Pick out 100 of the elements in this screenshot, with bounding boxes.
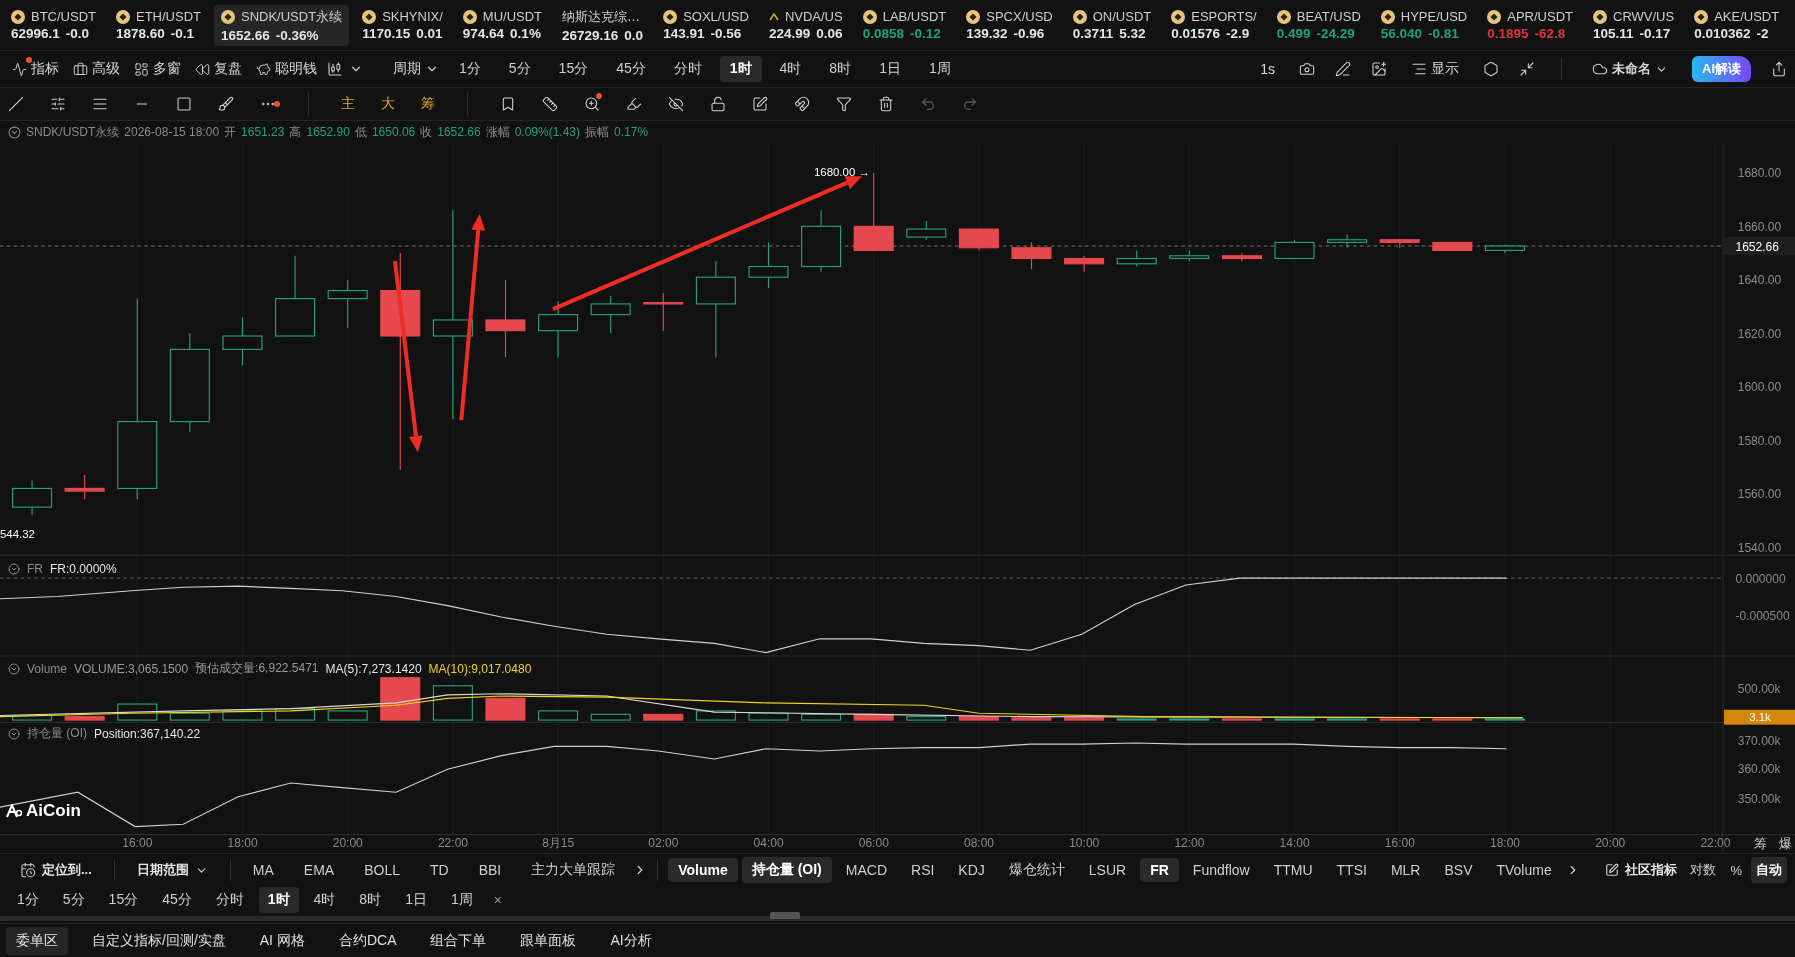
locate-button[interactable]: 定位到... [8, 859, 104, 881]
layer-toggle[interactable]: 大 [381, 95, 395, 113]
indicator-tab[interactable]: MLR [1380, 858, 1431, 882]
ticker-tab[interactable]: APR/USDT 0.1895 -62.8 [1480, 6, 1580, 44]
ticker-tab[interactable]: SNDK/USDT永续 1652.66 -0.36% [214, 4, 350, 46]
undo-icon[interactable] [920, 96, 936, 112]
share-icon[interactable] [1771, 61, 1787, 77]
period-tab[interactable]: 8时 [350, 887, 391, 913]
period-tab[interactable]: 分时 [663, 56, 712, 82]
toolbar-button[interactable]: 聪明钱 [252, 58, 321, 80]
unlock-icon[interactable] [710, 96, 726, 112]
scroll-handle[interactable] [770, 912, 800, 919]
period-tab[interactable]: 1分 [8, 887, 48, 913]
period-tab[interactable]: 1周 [918, 56, 961, 82]
line-tool-icon[interactable] [8, 96, 24, 112]
indicator-tab[interactable]: 爆仓统计 [998, 857, 1075, 883]
ticker-tab[interactable]: 纳斯达克综… 26729.16 0.0 [555, 4, 651, 46]
zoom-icon[interactable] [584, 96, 600, 112]
brush-icon[interactable] [218, 96, 234, 112]
indicator-tab[interactable]: 持仓量 (OI) [741, 857, 832, 883]
indicator-tab[interactable]: TTMU [1263, 858, 1323, 882]
indicator-tab[interactable]: TD [418, 858, 461, 882]
panel-tab[interactable]: AI分析 [600, 927, 662, 955]
indicator-tab[interactable]: BOLL [352, 858, 412, 882]
toolbar-button[interactable]: 多窗 [130, 58, 185, 80]
period-tab[interactable]: 分时 [206, 887, 253, 913]
period-tab[interactable]: 4时 [304, 887, 345, 913]
indicator-tab[interactable]: Volume [668, 858, 738, 882]
bookmark-icon[interactable] [500, 96, 516, 112]
toolbar-button[interactable]: 复盘 [191, 58, 246, 80]
scale-tab[interactable]: % [1725, 858, 1747, 882]
collapse-icon[interactable] [8, 727, 20, 740]
panel-tab[interactable]: 组合下单 [420, 927, 497, 955]
indicator-tab[interactable]: MA [240, 858, 286, 882]
indicator-tab[interactable]: MACD [835, 858, 897, 882]
redo-icon[interactable] [962, 96, 978, 112]
side-label[interactable]: 筹 [1753, 837, 1767, 852]
indicator-tab[interactable]: TVolume [1486, 858, 1562, 882]
indicator-tab[interactable]: RSI [901, 858, 945, 882]
filter-icon[interactable] [836, 96, 852, 112]
ticker-tab[interactable]: SOXL/USD 143.91 -0.56 [656, 6, 756, 44]
panel-tab[interactable]: 委单区 [6, 927, 68, 955]
panel-tab[interactable]: 合约DCA [328, 927, 407, 955]
display-button[interactable]: 显示 [1407, 58, 1463, 80]
ticker-tab[interactable]: ON/USDT 0.3711 5.32 [1065, 6, 1159, 44]
period-tab[interactable]: 8时 [819, 56, 862, 82]
period-tab[interactable]: 1周 [441, 887, 482, 913]
camera-icon[interactable] [1299, 61, 1315, 77]
trash-icon[interactable] [878, 96, 894, 112]
ticker-tab[interactable]: SKHYNIX/ 1170.15 0.01 [355, 6, 450, 44]
collapse-icon[interactable] [8, 563, 20, 575]
highlighter-icon[interactable] [626, 96, 642, 112]
magnet-icon[interactable] [794, 96, 810, 112]
period-tab[interactable]: 15分 [99, 887, 148, 913]
period-menu[interactable]: 周期 [389, 58, 443, 80]
indicator-tab[interactable]: BSV [1434, 858, 1483, 882]
scale-tab[interactable]: 自动 [1751, 857, 1787, 883]
period-tab[interactable]: 4时 [769, 56, 812, 82]
period-tab[interactable]: 5分 [498, 56, 541, 82]
collapse-icon[interactable] [8, 125, 21, 139]
indicator-tab[interactable]: BBI [466, 858, 514, 882]
ruler-icon[interactable] [542, 96, 558, 112]
indicator-tab[interactable]: 主力大单跟踪 [519, 857, 628, 883]
period-tab[interactable]: 1时 [258, 887, 299, 913]
toolbar-button[interactable]: 高级 [69, 58, 124, 80]
collapse-icon[interactable] [8, 662, 20, 675]
ticker-tab[interactable]: SPCX/USD 139.32 -0.96 [959, 6, 1060, 44]
collapse-icon[interactable] [1519, 61, 1535, 77]
lines-icon[interactable] [92, 96, 108, 112]
layer-toggle[interactable]: 筹 [421, 95, 435, 113]
layout-button[interactable]: 未命名 [1588, 58, 1672, 80]
community-indicators-button[interactable]: 社区指标 [1601, 859, 1682, 881]
close-button[interactable]: × [493, 892, 502, 908]
refresh-rate[interactable]: 1s [1256, 59, 1279, 79]
period-tab[interactable]: 1日 [396, 887, 436, 913]
indicator-tab[interactable]: LSUR [1078, 858, 1137, 882]
panel-tab[interactable]: 跟单面板 [510, 927, 587, 955]
candlestick-icon[interactable] [327, 61, 343, 77]
period-tab[interactable]: 45分 [606, 56, 656, 82]
rectangle-icon[interactable] [176, 96, 192, 112]
period-tab[interactable]: 1时 [719, 56, 762, 82]
layer-toggle[interactable]: 主 [341, 95, 355, 113]
scale-tab[interactable]: 对数 [1685, 857, 1722, 883]
ticker-tab[interactable]: ETH/USDT 1878.60 -0.1 [109, 6, 208, 44]
period-tab[interactable]: 1分 [449, 56, 491, 82]
hide-icon[interactable] [668, 96, 684, 112]
ticker-tab[interactable]: BTC/USDT 62996.1 -0.0 [4, 6, 103, 44]
period-tab[interactable]: 5分 [53, 887, 94, 913]
date-range-button[interactable]: 日期范围 [124, 859, 220, 881]
image-plus-icon[interactable] [1371, 61, 1387, 77]
period-tab[interactable]: 45分 [153, 887, 201, 913]
period-tab[interactable]: 1日 [869, 56, 911, 82]
indicator-tab[interactable]: EMA [291, 858, 347, 882]
pen-icon[interactable] [1335, 61, 1351, 77]
indicator-tab[interactable]: KDJ [948, 858, 995, 882]
ticker-tab[interactable]: AKE/USDT 0.010362 -2 [1687, 6, 1787, 44]
panel-tab[interactable]: AI 网格 [249, 927, 315, 955]
ticker-tab[interactable]: CRWV/US 105.11 -0.17 [1586, 6, 1682, 44]
ticker-tab[interactable]: NVDA/US 224.99 0.06 [761, 6, 850, 44]
parallel-lines-icon[interactable] [50, 96, 66, 112]
